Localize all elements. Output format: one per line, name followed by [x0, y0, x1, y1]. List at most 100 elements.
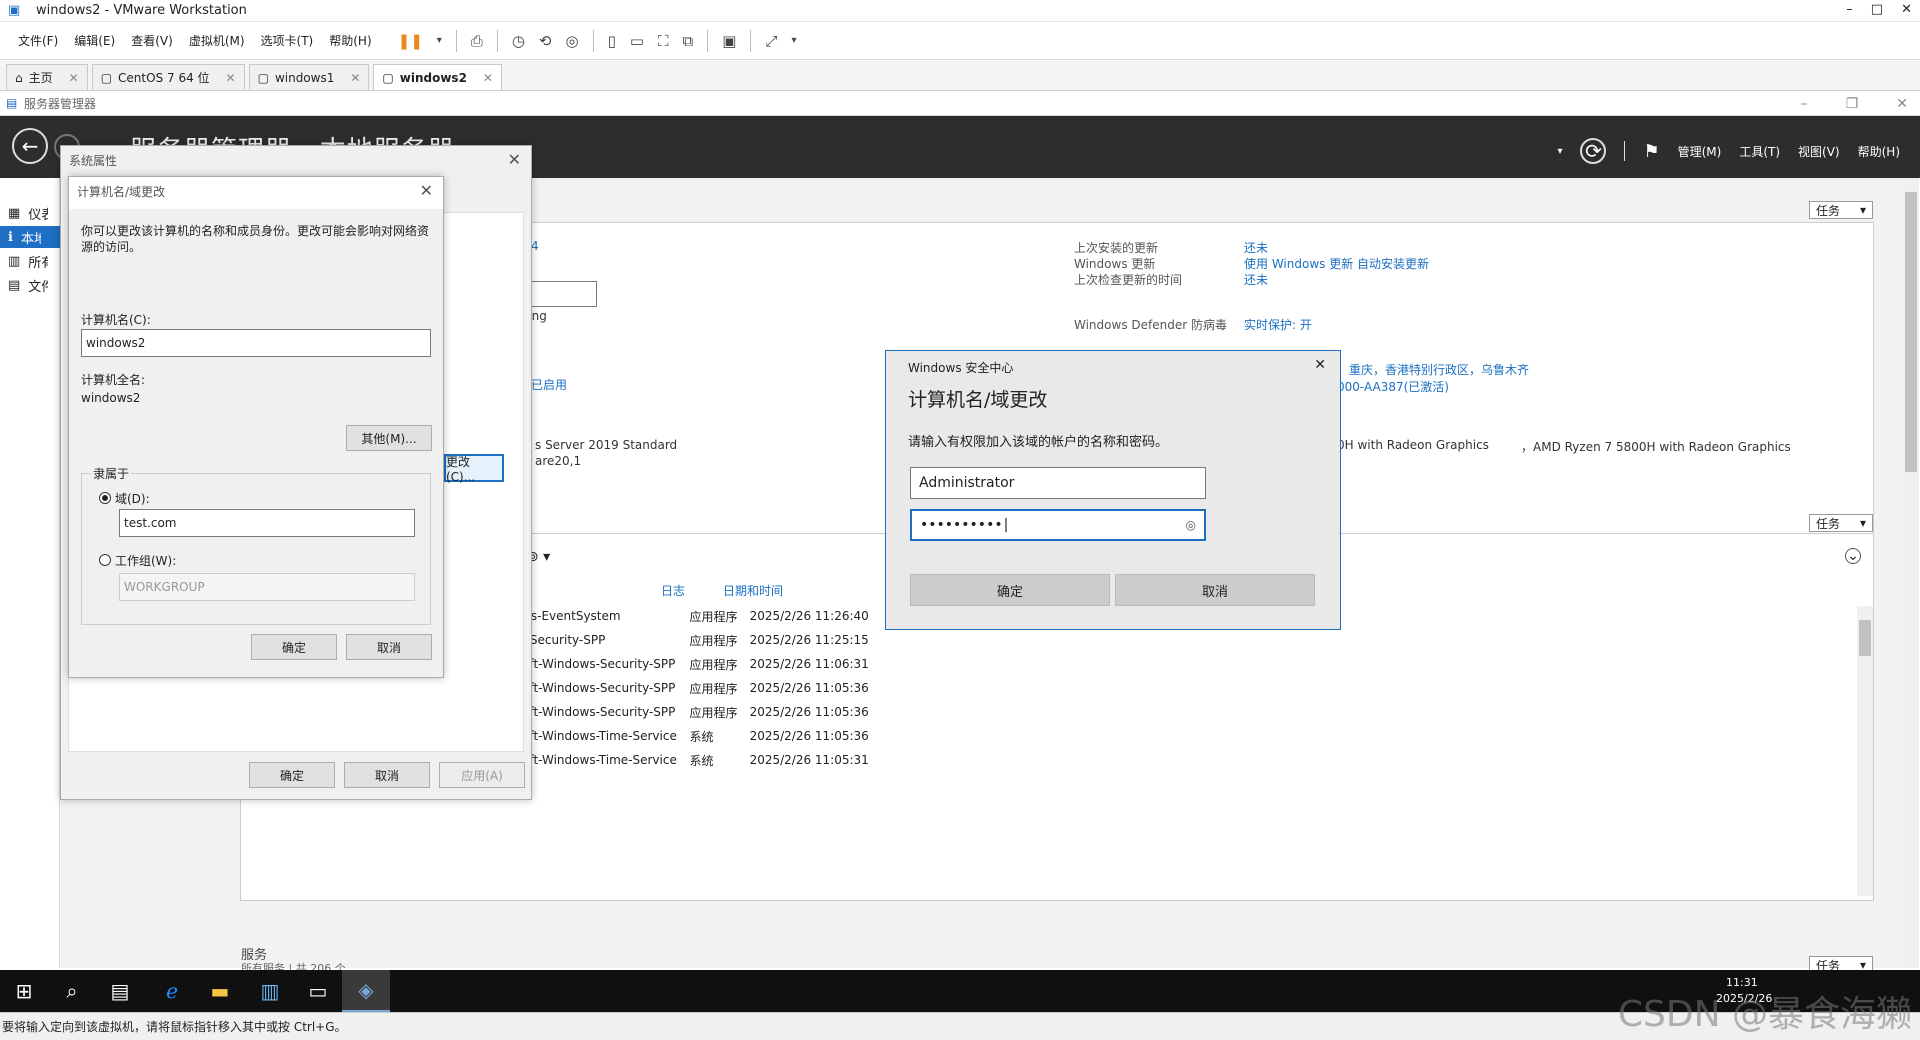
maximize-icon[interactable]: □: [1871, 2, 1883, 17]
close-icon[interactable]: ✕: [226, 71, 236, 85]
snapshot-icon[interactable]: ◷: [512, 32, 525, 50]
close-icon[interactable]: ✕: [508, 150, 521, 169]
sysprops-apply-button[interactable]: 应用(A): [439, 762, 525, 788]
flag-icon[interactable]: ⚑: [1643, 141, 1659, 162]
product-id-value[interactable]: 000-AA387(已激活): [1337, 378, 1449, 395]
fullscreen-icon[interactable]: ⛶: [658, 32, 669, 50]
processor-value: 0H with Radeon Graphics: [1337, 438, 1489, 452]
menu-manage[interactable]: 管理(M): [1678, 143, 1722, 160]
menu-help[interactable]: 帮助(H): [321, 32, 379, 49]
menu-tabs[interactable]: 选项卡(T): [253, 32, 322, 49]
tab-home[interactable]: ⌂ 主页 ✕: [6, 64, 88, 90]
event-log-cell: 应用程序: [689, 705, 738, 720]
domain-input[interactable]: test.com: [119, 509, 415, 537]
sidebar-item-file-storage[interactable]: ▤ 文件和存储服务: [8, 274, 68, 296]
change-button[interactable]: 更改(C)...: [444, 454, 504, 484]
menu-vm[interactable]: 虚拟机(M): [181, 32, 253, 49]
unity-icon[interactable]: ⧉: [683, 32, 694, 50]
menu-view[interactable]: 查看(V): [123, 32, 181, 49]
close-icon[interactable]: ✕: [1896, 96, 1908, 112]
chevron-down-icon[interactable]: ▾: [791, 35, 796, 46]
chevron-down-icon[interactable]: ▾: [437, 35, 442, 46]
sysprops-ok-button[interactable]: 确定: [249, 762, 335, 788]
revert-snapshot-icon[interactable]: ⟲: [539, 32, 552, 50]
close-icon[interactable]: ✕: [69, 71, 79, 85]
events-scrollbar[interactable]: [1857, 606, 1873, 896]
rename-cancel-button[interactable]: 取消: [346, 634, 432, 660]
computer-name-input[interactable]: windows2: [81, 329, 431, 357]
server-manager-taskbar-icon[interactable]: ▥: [246, 970, 294, 1012]
reveal-password-icon[interactable]: ◎: [1186, 518, 1196, 532]
partial-value[interactable]: 已启用: [531, 376, 567, 393]
username-input[interactable]: Administrator: [910, 467, 1206, 499]
partial-value[interactable]: 4: [531, 239, 539, 253]
vm-icon: ▢: [100, 70, 113, 85]
scrollbar-thumb[interactable]: [1905, 192, 1917, 472]
workgroup-input[interactable]: WORKGROUP: [119, 573, 415, 601]
tab-windows2[interactable]: ▢ windows2 ✕: [373, 64, 502, 90]
snapshot-manager-icon[interactable]: ◎: [565, 32, 578, 50]
rename-ok-button[interactable]: 确定: [251, 634, 337, 660]
close-icon[interactable]: ✕: [350, 71, 360, 85]
prop-value-windows-update[interactable]: 使用 Windows 更新 自动安装更新: [1244, 255, 1429, 272]
stretch-icon[interactable]: ⤢: [765, 32, 777, 50]
menu-help[interactable]: 帮助(H): [1858, 143, 1900, 160]
sidebar-item-local-server[interactable]: ℹ 本地服务器: [0, 226, 60, 248]
expand-icon[interactable]: ⌄: [1845, 548, 1861, 564]
system-properties-taskbar-icon[interactable]: ◈: [342, 970, 390, 1012]
event-log-cell: 应用程序: [689, 609, 738, 624]
menu-tools[interactable]: 工具(T): [1739, 143, 1780, 160]
security-cancel-button[interactable]: 取消: [1115, 574, 1315, 606]
column-header-datetime[interactable]: 日期和时间: [723, 582, 783, 599]
event-log-cell: 应用程序: [689, 657, 738, 672]
menu-edit[interactable]: 编辑(E): [66, 32, 123, 49]
tasks-dropdown-events[interactable]: 任务 ▾: [1809, 514, 1873, 532]
tab-centos[interactable]: ▢ CentOS 7 64 位 ✕: [91, 64, 245, 90]
tab-label: windows2: [399, 70, 467, 85]
file-explorer-icon[interactable]: ▬: [196, 970, 244, 1012]
prop-value-last-update[interactable]: 还未: [1244, 239, 1268, 256]
sysprops-cancel-button[interactable]: 取消: [344, 762, 430, 788]
close-icon[interactable]: ✕: [1901, 2, 1912, 17]
event-time-cell: 2025/2/26 11:25:15: [749, 633, 869, 647]
security-prompt: 请输入有权限加入该域的帐户的名称和密码。: [908, 435, 1169, 450]
tasks-dropdown-properties[interactable]: 任务 ▾: [1809, 201, 1873, 219]
server-manager-icon: ▤: [6, 96, 18, 110]
column-header-log[interactable]: 日志: [661, 582, 685, 599]
prop-value-last-check[interactable]: 还未: [1244, 271, 1268, 288]
other-button[interactable]: 其他(M)...: [346, 425, 432, 451]
sidebar-item-all-servers[interactable]: ▥ 所有服务器: [8, 250, 68, 272]
domain-radio[interactable]: [99, 492, 111, 504]
close-icon[interactable]: ✕: [420, 181, 433, 200]
timezone-value[interactable]: ，重庆，香港特别行政区，乌鲁木齐: [1337, 361, 1529, 378]
chevron-down-icon[interactable]: ▾: [1557, 146, 1562, 157]
ie-icon[interactable]: ℯ: [148, 970, 196, 1012]
event-log-cell: 系统: [689, 729, 714, 744]
close-icon[interactable]: ✕: [1314, 357, 1326, 373]
start-icon[interactable]: ⊞: [0, 970, 48, 1012]
prop-value-defender[interactable]: 实时保护: 开: [1244, 316, 1312, 333]
task-view-icon[interactable]: ▤: [96, 970, 144, 1012]
sidebar-toggle-icon[interactable]: ▯: [608, 32, 616, 50]
thumbnail-icon[interactable]: ▭: [630, 32, 644, 50]
restore-icon[interactable]: ❐: [1846, 96, 1859, 112]
menu-file[interactable]: 文件(F): [10, 32, 66, 49]
send-keys-icon[interactable]: ⎙: [471, 32, 483, 50]
console-icon[interactable]: ▣: [722, 32, 736, 50]
close-icon[interactable]: ✕: [483, 71, 493, 85]
back-button[interactable]: ←: [12, 128, 48, 164]
password-input[interactable]: •••••••••• | ◎: [910, 509, 1206, 541]
cmd-icon[interactable]: ▭: [294, 970, 342, 1012]
menu-view[interactable]: 视图(V): [1798, 143, 1840, 160]
workgroup-radio[interactable]: [99, 554, 111, 566]
minimize-icon[interactable]: –: [1846, 2, 1853, 17]
sidebar-item-dashboard[interactable]: ▦ 仪表板: [8, 202, 68, 224]
tab-windows1[interactable]: ▢ windows1 ✕: [248, 64, 370, 90]
scrollbar-thumb[interactable]: [1859, 620, 1871, 656]
minimize-icon[interactable]: –: [1801, 96, 1808, 112]
security-ok-button[interactable]: 确定: [910, 574, 1110, 606]
refresh-icon[interactable]: ⟳: [1580, 138, 1607, 164]
pause-icon[interactable]: ❚❚: [398, 32, 423, 50]
search-icon[interactable]: ⌕: [48, 970, 96, 1012]
main-scrollbar[interactable]: [1903, 178, 1919, 968]
